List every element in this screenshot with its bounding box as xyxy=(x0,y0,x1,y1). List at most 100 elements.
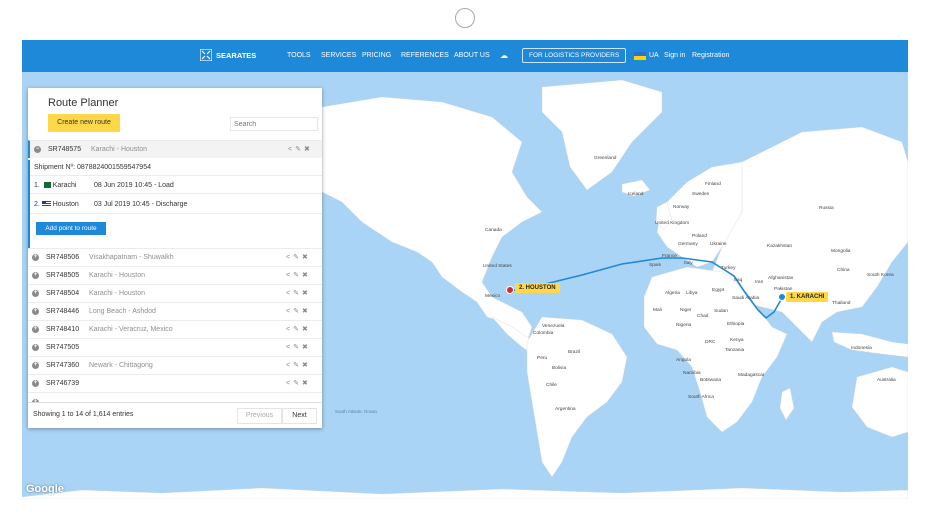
brand-name[interactable]: SEARATES xyxy=(216,51,256,60)
pin-houston[interactable]: 2. HOUSTON xyxy=(515,283,560,293)
nav-pricing[interactable]: PRICING xyxy=(362,52,391,59)
label-mongolia: Mongolia xyxy=(831,249,851,254)
point-2-date: 03 Jul 2019 10:45 - Discharge xyxy=(94,201,188,208)
delete-icon[interactable]: ✖ xyxy=(302,308,311,315)
route-row[interactable]: + SR748446 Long Beach - Ashdod <✎✖ xyxy=(28,302,322,320)
route-row[interactable]: + SR748506 Visakhapatnam - Shuwaikh <✎✖ xyxy=(28,248,322,266)
label-venezuela: Venezuela xyxy=(542,324,565,329)
language-code[interactable]: UA xyxy=(649,52,659,59)
label-uk: United Kingdom xyxy=(655,221,690,226)
delete-icon[interactable]: ✖ xyxy=(302,344,311,351)
entries-count: Showing 1 to 14 of 1,614 entries xyxy=(33,411,134,418)
loading-circle-icon xyxy=(455,8,475,28)
registration-link[interactable]: Registration xyxy=(692,52,729,59)
logistics-providers-button[interactable]: FOR LOGISTICS PROVIDERS xyxy=(522,48,627,63)
edit-icon[interactable]: ✎ xyxy=(295,146,304,153)
pin-karachi[interactable]: 1. KARACHI xyxy=(786,292,829,302)
next-button[interactable]: Next xyxy=(282,408,317,424)
edit-icon[interactable]: ✎ xyxy=(293,254,302,261)
nav-services[interactable]: SERVICES xyxy=(321,52,356,59)
expand-icon[interactable]: + xyxy=(32,272,39,279)
houston-marker-icon[interactable] xyxy=(506,286,514,294)
collapse-icon[interactable]: − xyxy=(34,146,41,153)
route-row[interactable]: + SR748504 Karachi - Houston <✎✖ xyxy=(28,284,322,302)
delete-icon[interactable]: ✖ xyxy=(302,326,311,333)
label-turkey: Turkey xyxy=(721,266,736,271)
nav-tools[interactable]: TOOLS xyxy=(287,52,311,59)
route-row[interactable]: + SR746717 xyxy=(28,392,322,402)
label-france: France xyxy=(662,254,677,259)
route-row-selected[interactable]: − SR748575 Karachi - Houston <✎✖ xyxy=(28,140,322,158)
label-namibia: Namibia xyxy=(683,371,701,376)
label-argentina: Argentina xyxy=(555,407,576,412)
delete-icon[interactable]: ✖ xyxy=(302,272,311,279)
route-actions: <✎✖ xyxy=(286,249,311,266)
previous-button[interactable]: Previous xyxy=(237,408,282,424)
expand-icon[interactable]: + xyxy=(32,326,39,333)
delete-icon[interactable]: ✖ xyxy=(302,362,311,369)
route-row[interactable]: + SR748410 Karachi - Veracruz, Mexico <✎… xyxy=(28,320,322,338)
delete-icon[interactable]: ✖ xyxy=(302,290,311,297)
expand-icon[interactable]: + xyxy=(32,290,39,297)
label-nigeria: Nigeria xyxy=(676,323,692,328)
add-point-button[interactable]: Add point to route xyxy=(36,222,106,235)
label-indonesia: Indonesia xyxy=(851,346,872,351)
create-route-button[interactable]: Create new route xyxy=(48,114,120,132)
route-row[interactable]: + SR746739 <✎✖ xyxy=(28,374,322,392)
label-mali: Mali xyxy=(653,308,662,313)
route-actions: <✎✖ xyxy=(286,321,311,338)
expand-icon[interactable]: + xyxy=(32,308,39,315)
expand-icon[interactable]: + xyxy=(32,380,39,387)
label-saudi: Saudi Arabia xyxy=(732,296,760,301)
greenland-shape xyxy=(541,79,663,191)
route-planner-panel: Route Planner Create new route − SR74857… xyxy=(28,88,322,428)
route-actions: <✎✖ xyxy=(286,267,311,284)
expand-icon[interactable]: + xyxy=(32,362,39,369)
label-greenland: Greenland xyxy=(594,156,617,161)
label-algeria: Algeria xyxy=(665,291,680,296)
route-row[interactable]: + SR748505 Karachi - Houston <✎✖ xyxy=(28,266,322,284)
delete-icon[interactable]: ✖ xyxy=(304,146,313,153)
route-row[interactable]: + SR747360 Newark - Chittagong <✎✖ xyxy=(28,356,322,374)
cloud-icon[interactable]: ☁ xyxy=(500,51,508,60)
indonesia-shape xyxy=(831,331,908,358)
usa-flag-icon xyxy=(41,201,51,208)
edit-icon[interactable]: ✎ xyxy=(293,326,302,333)
route-name: Karachi - Houston xyxy=(91,146,148,153)
label-madagascar: Madagascar xyxy=(738,373,765,378)
delete-icon[interactable]: ✖ xyxy=(302,380,311,387)
madagascar-shape xyxy=(779,387,795,421)
expand-icon[interactable]: + xyxy=(32,344,39,351)
ukraine-flag-icon[interactable] xyxy=(634,52,646,60)
label-sweden: Sweden xyxy=(692,192,710,197)
expand-icon[interactable]: + xyxy=(32,254,39,261)
search-input[interactable] xyxy=(230,117,318,131)
label-finland: Finland xyxy=(705,182,721,187)
edit-icon[interactable]: ✎ xyxy=(293,362,302,369)
label-libya: Libya xyxy=(686,291,698,296)
sign-in-link[interactable]: Sign in xyxy=(664,52,685,59)
label-us: United States xyxy=(483,264,512,269)
edit-icon[interactable]: ✎ xyxy=(293,380,302,387)
searates-logo-icon[interactable] xyxy=(200,49,212,61)
label-afghanistan: Afghanistan xyxy=(768,276,794,281)
delete-icon[interactable]: ✖ xyxy=(302,254,311,261)
route-row[interactable]: + SR747505 <✎✖ xyxy=(28,338,322,356)
edit-icon[interactable]: ✎ xyxy=(293,308,302,315)
label-iraq: Iraq xyxy=(734,278,743,283)
label-bolivia: Bolivia xyxy=(552,366,567,371)
edit-icon[interactable]: ✎ xyxy=(293,290,302,297)
label-kenya: Kenya xyxy=(730,338,744,343)
nav-references[interactable]: REFERENCES xyxy=(401,52,449,59)
edit-icon[interactable]: ✎ xyxy=(293,272,302,279)
edit-icon[interactable]: ✎ xyxy=(293,344,302,351)
shipment-number: Shipment Nº: 0878824001559547954 xyxy=(34,164,151,171)
label-angola: Angola xyxy=(676,358,691,363)
route-actions: <✎✖ xyxy=(286,339,311,356)
label-china: China xyxy=(837,268,850,273)
nav-about-us[interactable]: ABOUT US xyxy=(454,52,490,59)
label-germany: Germany xyxy=(678,242,698,247)
label-ukraine: Ukraine xyxy=(710,242,727,247)
karachi-marker-icon[interactable] xyxy=(778,293,786,301)
north-america-shape xyxy=(321,96,543,343)
